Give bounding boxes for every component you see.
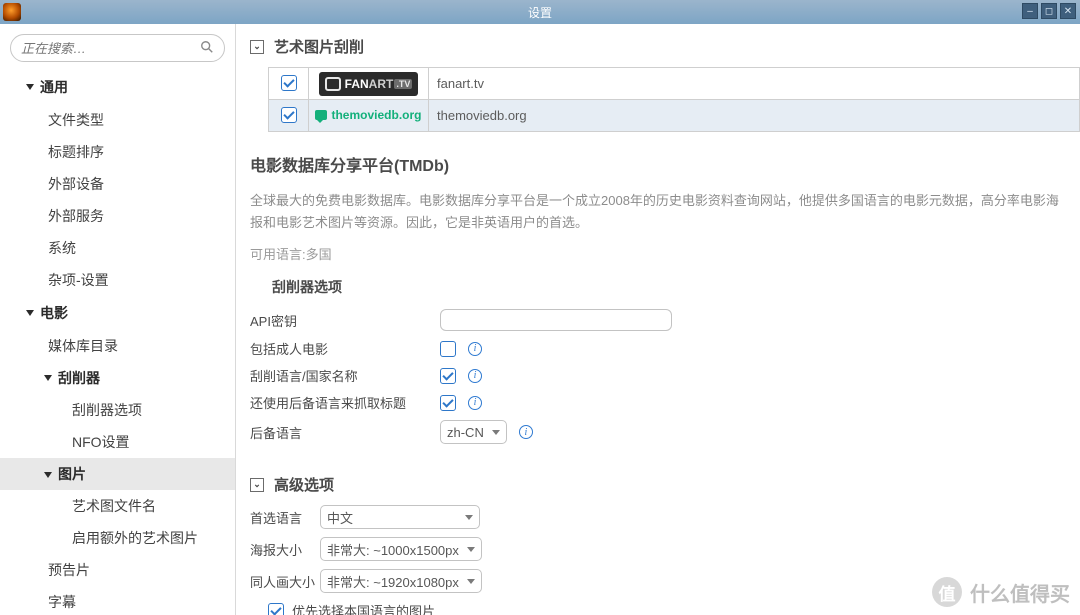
chevron-down-icon [44, 375, 52, 381]
chevron-down-icon [467, 579, 475, 584]
tree-item[interactable]: 启用额外的艺术图片 [0, 522, 235, 554]
chevron-down-icon [467, 547, 475, 552]
search-box[interactable] [10, 34, 225, 62]
input-api-key[interactable] [440, 309, 672, 331]
tree-item[interactable]: 杂项-设置 [0, 264, 235, 296]
chevron-down-icon [492, 430, 500, 435]
tree-group-general[interactable]: 通用 [0, 70, 235, 104]
row-api-key: API密钥 [250, 309, 1062, 331]
scraper-name: fanart.tv [429, 68, 1080, 100]
checkbox-lang-country[interactable] [440, 368, 456, 384]
scraper-name: themoviedb.org [429, 100, 1080, 132]
nav-tree: 通用 文件类型 标题排序 外部设备 外部服务 系统 杂项-设置 电影 媒体库目录… [0, 70, 235, 615]
checkbox-prefer-own-lang[interactable] [268, 603, 284, 615]
select-poster-size[interactable]: 非常大: ~1000x1500px [320, 537, 482, 561]
info-icon[interactable]: i [468, 342, 482, 356]
label-pref-lang: 首选语言 [250, 508, 320, 527]
titlebar: 设置 – ◻ ✕ [0, 0, 1080, 24]
row-adult: 包括成人电影 i [250, 339, 1062, 358]
label-poster-size: 海报大小 [250, 540, 320, 559]
chevron-down-icon [465, 515, 473, 520]
search-input[interactable] [21, 41, 200, 56]
checkbox-fallback-title[interactable] [440, 395, 456, 411]
scraper-options-title: 刮削器选项 [272, 277, 1062, 297]
available-languages: 可用语言:多国 [250, 244, 1062, 263]
scraper-row-fanart[interactable]: FANART.TV fanart.tv [269, 68, 1080, 100]
main-panel: ⌄ 艺术图片刮削 FANART.TV fanart.tv themoviedb.… [236, 24, 1080, 615]
scraper-table: FANART.TV fanart.tv themoviedb.org themo… [268, 67, 1080, 132]
label-lang-country: 刮削语言/国家名称 [250, 366, 440, 385]
row-pref-lang: 首选语言 中文 [250, 505, 1062, 529]
tree-item[interactable]: 系统 [0, 232, 235, 264]
collapse-icon[interactable]: ⌄ [250, 40, 264, 54]
app-icon [3, 3, 21, 21]
row-fallback-lang: 后备语言 zh-CN i [250, 420, 1062, 444]
label-prefer-own-lang: 优先选择本国语言的图片 [292, 601, 435, 615]
tree-item-images[interactable]: 图片 [0, 458, 235, 490]
platform-description: 全球最大的免费电影数据库。电影数据库分享平台是一个成立2008年的历史电影资料查… [250, 190, 1062, 234]
info-icon[interactable]: i [468, 396, 482, 410]
platform-title: 电影数据库分享平台(TMDb) [250, 152, 1062, 176]
section-artwork-scraper: ⌄ 艺术图片刮削 [250, 36, 1062, 57]
tree-item[interactable]: 刮削器选项 [0, 394, 235, 426]
info-icon[interactable]: i [519, 425, 533, 439]
tree-group-movie[interactable]: 电影 [0, 296, 235, 330]
scraper-logo: FANART.TV [309, 68, 429, 100]
label-adult: 包括成人电影 [250, 339, 440, 358]
label-fallback-title: 还使用后备语言来抓取标题 [250, 393, 440, 412]
tree-item[interactable]: NFO设置 [0, 426, 235, 458]
maximize-button[interactable]: ◻ [1041, 3, 1057, 19]
tree-item[interactable]: 标题排序 [0, 136, 235, 168]
tree-item[interactable]: 艺术图文件名 [0, 490, 235, 522]
close-button[interactable]: ✕ [1060, 3, 1076, 19]
scraper-row-tmdb[interactable]: themoviedb.org themoviedb.org [269, 100, 1080, 132]
label-fallback-lang: 后备语言 [250, 423, 440, 442]
scraper-checkbox[interactable] [281, 75, 297, 91]
row-lang-country: 刮削语言/国家名称 i [250, 366, 1062, 385]
label-api-key: API密钥 [250, 311, 440, 330]
label-fanart-size: 同人画大小 [250, 572, 320, 591]
select-pref-lang[interactable]: 中文 [320, 505, 480, 529]
tree-item[interactable]: 文件类型 [0, 104, 235, 136]
tree-subgroup-scraper[interactable]: 刮削器 [0, 362, 235, 394]
tree-item[interactable]: 预告片 [0, 554, 235, 586]
checkbox-adult[interactable] [440, 341, 456, 357]
tree-item[interactable]: 字幕 [0, 586, 235, 615]
select-fallback-lang[interactable]: zh-CN [440, 420, 507, 444]
watermark: 值 什么值得买 [932, 577, 1070, 607]
sidebar: 通用 文件类型 标题排序 外部设备 外部服务 系统 杂项-设置 电影 媒体库目录… [0, 24, 236, 615]
tv-icon [325, 77, 341, 91]
row-poster-size: 海报大小 非常大: ~1000x1500px [250, 537, 1062, 561]
window-title: 设置 [528, 4, 552, 21]
tree-item[interactable]: 外部设备 [0, 168, 235, 200]
bubble-icon [315, 110, 327, 120]
collapse-icon[interactable]: ⌄ [250, 478, 264, 492]
chevron-down-icon [26, 84, 34, 90]
watermark-text: 什么值得买 [970, 578, 1070, 607]
scraper-logo: themoviedb.org [309, 100, 429, 132]
info-icon[interactable]: i [468, 369, 482, 383]
scraper-checkbox[interactable] [281, 107, 297, 123]
select-fanart-size[interactable]: 非常大: ~1920x1080px [320, 569, 482, 593]
section-advanced: ⌄ 高级选项 [250, 474, 1062, 495]
chevron-down-icon [26, 310, 34, 316]
watermark-badge: 值 [932, 577, 962, 607]
search-icon [200, 40, 214, 57]
minimize-button[interactable]: – [1022, 3, 1038, 19]
tree-item[interactable]: 媒体库目录 [0, 330, 235, 362]
tree-item[interactable]: 外部服务 [0, 200, 235, 232]
row-fallback-title: 还使用后备语言来抓取标题 i [250, 393, 1062, 412]
